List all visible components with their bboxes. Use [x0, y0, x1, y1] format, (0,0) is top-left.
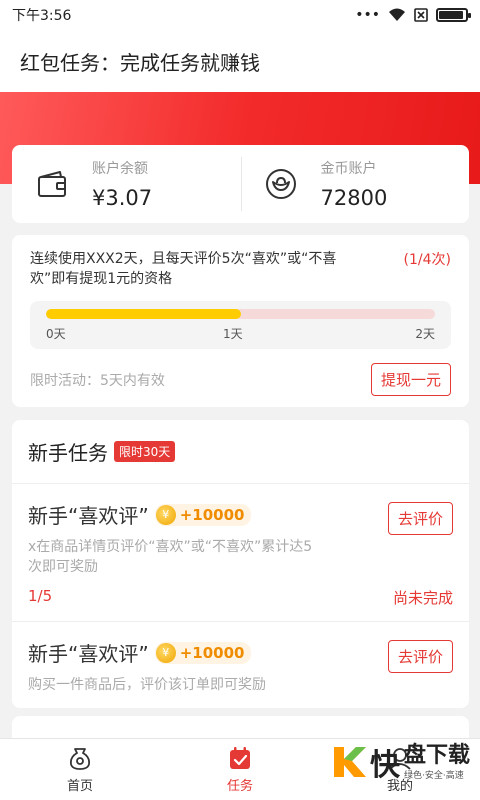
task-description: 购买一件商品后，评价该订单即可奖励: [28, 677, 266, 693]
reward-badge: ¥ +10000: [154, 503, 251, 526]
go-review-button[interactable]: 去评价: [387, 640, 453, 673]
watermark-name: 盘下载: [403, 742, 470, 768]
progress-fill: [46, 309, 241, 319]
watermark-logo: 快 盘下载 绿色·安全·高速: [330, 740, 470, 784]
wallet-icon: [38, 171, 66, 197]
newbie-tasks-title: 新手任务: [28, 441, 108, 465]
progress-description: 连续使用XXX2天，且每天评价5次“喜欢”或“不喜欢”即有提现1元的资格: [30, 251, 337, 287]
task-title: 新手“喜欢评”: [28, 504, 149, 528]
coin-account[interactable]: 金币账户 72800: [240, 145, 470, 223]
progress-count: (1/4次): [403, 252, 451, 268]
task-progress: 1/5: [28, 587, 53, 605]
limited-activity-text: 限时活动：5天内有效: [30, 372, 165, 389]
account-balance-value: ¥3.07: [92, 186, 153, 210]
tab-home-label: 首页: [66, 779, 93, 794]
tab-tasks-label: 任务: [226, 779, 253, 794]
progress-track-box: 0天 1天 2天: [30, 301, 451, 349]
coin-icon: ¥: [155, 504, 176, 525]
go-review-button[interactable]: 去评价: [387, 502, 453, 535]
account-balance-label: 账户余额: [92, 161, 148, 177]
status-bar: 下午3:56 •••: [0, 0, 480, 30]
limited-days-badge: 限时30天: [114, 441, 176, 462]
coin-icon: ¥: [155, 642, 176, 663]
balance-card: 账户余额 ¥3.07 金币账户 72800: [12, 145, 469, 223]
watermark-slogan: 绿色·安全·高速: [403, 770, 464, 781]
reward-badge: ¥ +10000: [154, 641, 251, 664]
task-calendar-icon: [230, 747, 250, 769]
reward-amount: +10000: [179, 643, 245, 662]
progress-track: [46, 309, 435, 319]
tab-home[interactable]: 首页: [0, 739, 160, 800]
home-bag-icon: [69, 748, 91, 770]
sim-icon: [414, 8, 428, 22]
task-item: 新手“喜欢评” ¥ +10000 x在商品详情页评价“喜欢”或“不喜欢”累计达5…: [12, 484, 469, 622]
reward-amount: +10000: [179, 505, 245, 524]
page-title: 红包任务：完成任务就赚钱: [20, 50, 260, 75]
newbie-tasks-card: 新手任务 限时30天 新手“喜欢评” ¥ +10000 x在商品详情页评价“喜欢…: [12, 420, 469, 708]
tick-label-0: 0天: [46, 327, 66, 341]
withdraw-progress-card: 连续使用XXX2天，且每天评价5次“喜欢”或“不喜欢”即有提现1元的资格 (1/…: [12, 235, 469, 407]
status-time: 下午3:56: [12, 8, 72, 24]
task-title: 新手“喜欢评”: [28, 642, 149, 666]
battery-icon: [436, 8, 471, 22]
gold-ingot-icon: [265, 169, 296, 199]
k-logo-icon: [333, 747, 366, 777]
account-balance[interactable]: 账户余额 ¥3.07: [12, 145, 241, 223]
task-item: 新手“喜欢评” ¥ +10000 购买一件商品后，评价该订单即可奖励 去评价: [12, 622, 469, 706]
tick-label-1: 1天: [223, 327, 243, 341]
page-title-bar: 红包任务：完成任务就赚钱: [0, 30, 480, 92]
task-description: x在商品详情页评价“喜欢”或“不喜欢”累计达5次即可奖励: [28, 539, 313, 575]
tick-label-2: 2天: [415, 327, 435, 341]
more-dots-icon: •••: [355, 7, 380, 23]
coin-account-value: 72800: [320, 186, 388, 210]
coin-account-label: 金币账户: [320, 161, 377, 177]
tab-tasks[interactable]: 任务: [160, 739, 320, 800]
status-icons: •••: [355, 7, 471, 23]
task-status: 尚未完成: [392, 589, 453, 607]
watermark-char: 快: [369, 748, 400, 783]
withdraw-button[interactable]: 提现一元: [370, 363, 451, 396]
wifi-icon: [389, 8, 405, 21]
